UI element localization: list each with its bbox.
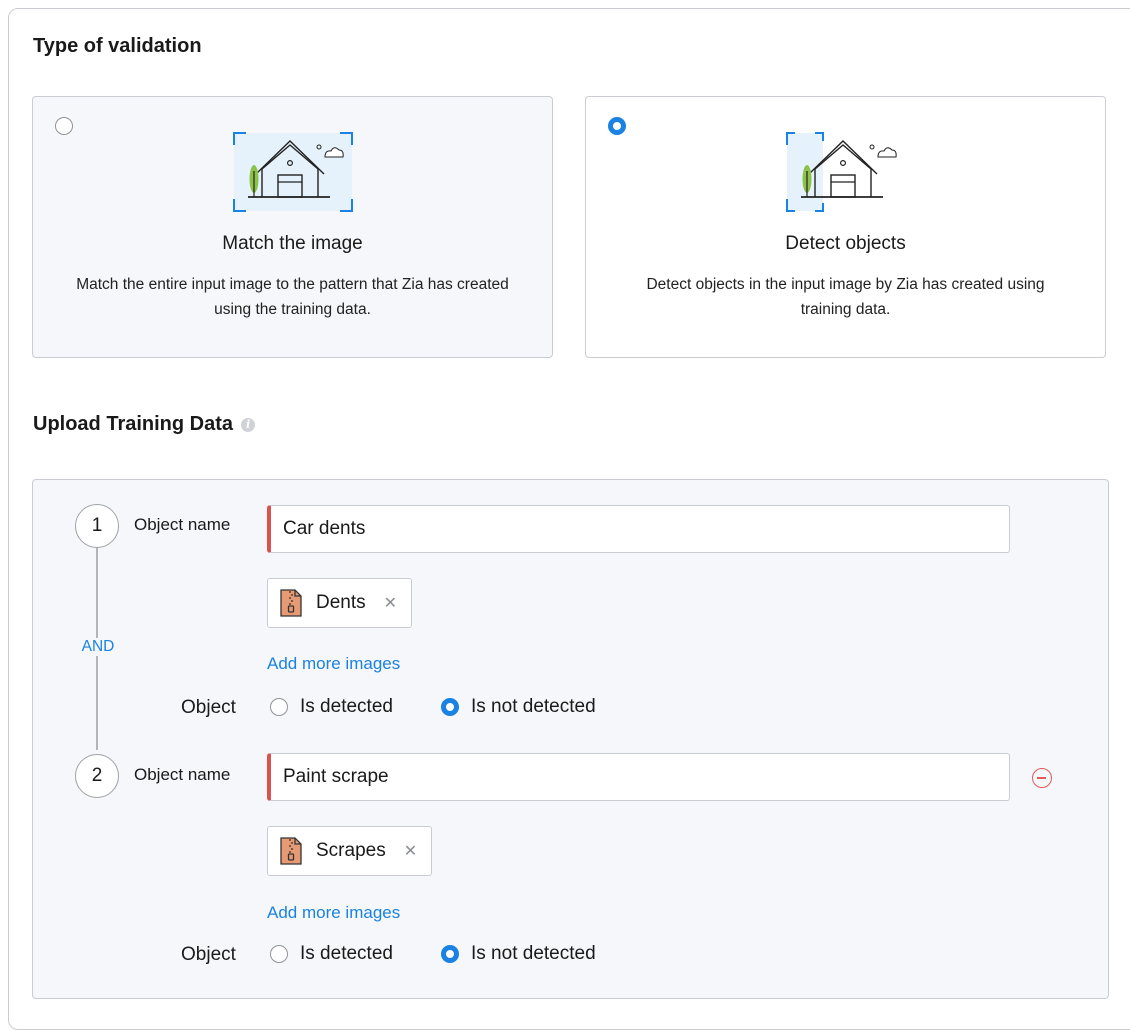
upload-training-label: Upload Training Data (33, 413, 234, 435)
add-more-images-link-1[interactable]: Add more images (267, 654, 400, 674)
object-name-input-1[interactable] (267, 505, 1010, 553)
option-is-detected-1[interactable]: Is detected (270, 696, 393, 718)
radio-is-detected-2[interactable] (270, 945, 288, 963)
step-number-2: 2 (75, 754, 119, 798)
match-image-title: Match the image (222, 233, 363, 254)
detect-objects-radio[interactable] (608, 117, 626, 135)
object-condition-label-1: Object (181, 697, 236, 718)
detect-objects-title: Detect objects (785, 233, 906, 254)
validation-type-title: Type of validation (33, 35, 202, 57)
radio-is-not-detected-2[interactable] (441, 945, 459, 963)
option-is-not-detected-label-1: Is not detected (471, 696, 596, 717)
option-is-not-detected-label-2: Is not detected (471, 943, 596, 964)
zip-file-icon (280, 837, 302, 865)
match-image-card[interactable]: Match the image Match the entire input i… (32, 96, 553, 358)
radio-is-detected-1[interactable] (270, 698, 288, 716)
and-connector: AND (77, 638, 119, 656)
zip-file-icon (280, 589, 302, 617)
house-image-icon (232, 132, 353, 212)
add-more-images-link-2[interactable]: Add more images (267, 903, 400, 923)
option-is-not-detected-1[interactable]: Is not detected (441, 696, 596, 718)
step-number-1: 1 (75, 504, 119, 548)
object-name-input-2[interactable] (267, 753, 1010, 801)
info-icon[interactable]: i (241, 418, 256, 432)
close-icon[interactable]: ✕ (404, 841, 417, 861)
training-rules-box: AND 1 Object name Dents ✕ Add more image… (32, 479, 1109, 999)
house-detect-icon (785, 132, 897, 212)
file-chip-1: Dents ✕ (267, 578, 413, 628)
object-name-label-1: Object name (134, 515, 231, 534)
upload-training-title: Upload Training Data i (33, 413, 256, 436)
remove-circle-icon[interactable] (1032, 768, 1052, 788)
file-chip-label-2: Scrapes (316, 840, 386, 861)
file-chip-label-1: Dents (316, 592, 366, 613)
detect-objects-card[interactable]: Detect objects Detect objects in the inp… (585, 96, 1106, 358)
detect-objects-description: Detect objects in the input image by Zia… (646, 276, 1045, 318)
radio-is-not-detected-1[interactable] (441, 698, 459, 716)
option-is-detected-label-2: Is detected (300, 943, 393, 964)
close-icon[interactable]: ✕ (384, 593, 397, 613)
option-is-detected-2[interactable]: Is detected (270, 943, 393, 965)
match-image-radio[interactable] (55, 117, 73, 135)
match-image-description: Match the entire input image to the patt… (76, 276, 509, 318)
object-name-label-2: Object name (134, 765, 231, 784)
option-is-detected-label-1: Is detected (300, 696, 393, 717)
file-chip-2: Scrapes ✕ (267, 826, 433, 876)
object-condition-label-2: Object (181, 944, 236, 965)
option-is-not-detected-2[interactable]: Is not detected (441, 943, 596, 965)
